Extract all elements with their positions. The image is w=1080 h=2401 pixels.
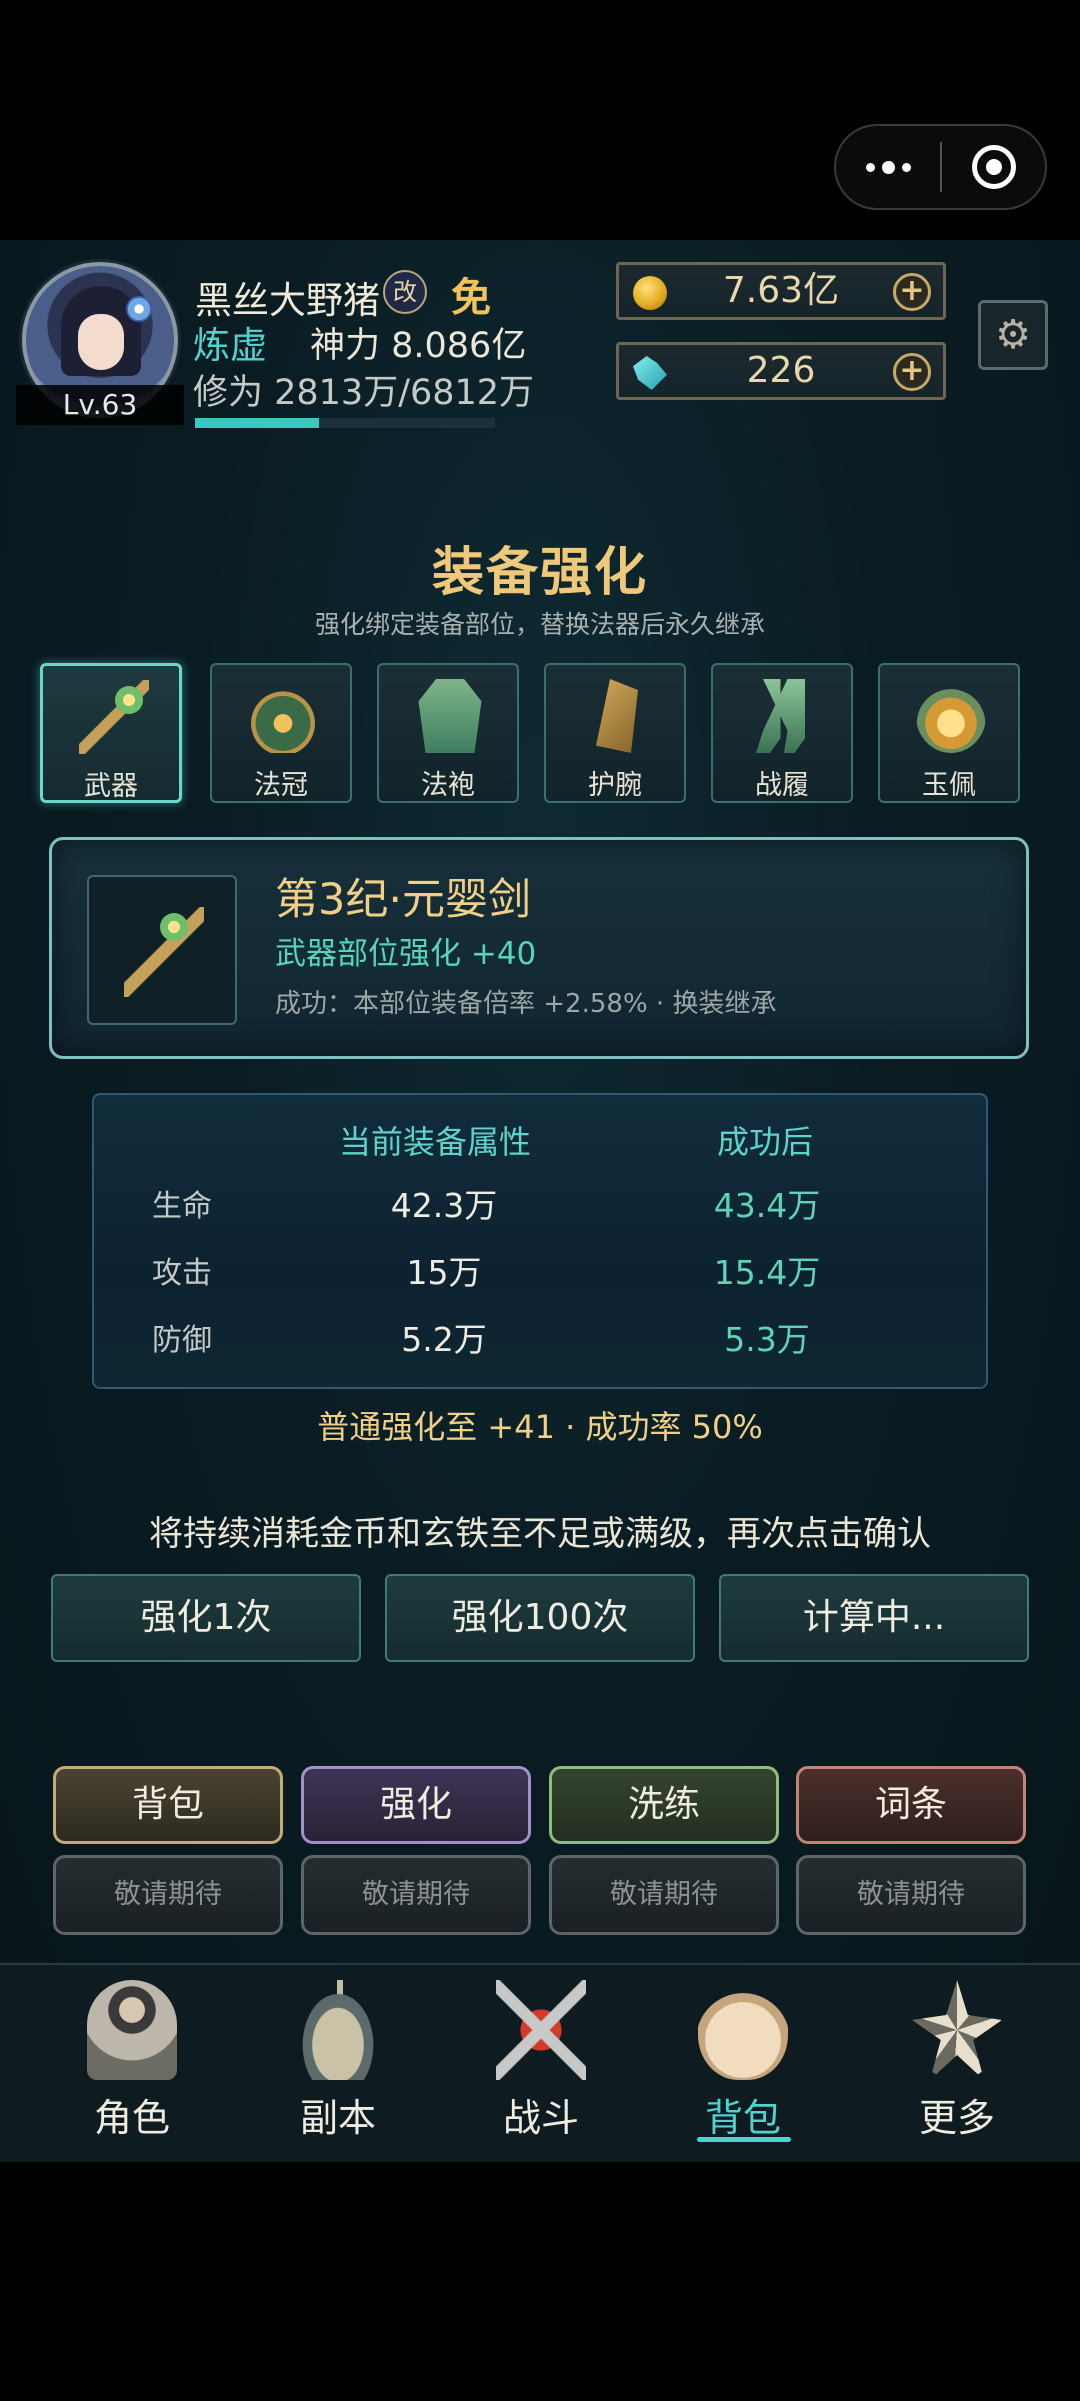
item-card: 第3纪·元婴剑 武器部位强化 +40 成功：本部位装备倍率 +2.58% · 换…	[49, 837, 1029, 1059]
item-name: 第3纪·元婴剑	[275, 875, 532, 925]
hair-flower-icon	[126, 296, 152, 322]
gear-icon: ⚙	[995, 312, 1031, 358]
stats-panel: 当前装备属性 成功后 生命 42.3万 43.4万 攻击 15万 15.4万 防…	[92, 1093, 988, 1389]
nav-battle[interactable]: 战斗	[461, 1965, 621, 2164]
stat-row-defense: 防御 5.2万 5.3万	[94, 1307, 986, 1367]
crystal-value: 226	[746, 350, 816, 391]
stat-current: 15万	[406, 1253, 482, 1292]
gold-value: 7.63亿	[722, 270, 840, 311]
realm-label: 炼虚	[193, 324, 267, 367]
altar-icon	[293, 1980, 383, 2080]
staff-icon	[124, 907, 204, 997]
calculating-button[interactable]: 计算中...	[719, 1574, 1029, 1662]
menu-affix-button[interactable]: 词条	[796, 1766, 1026, 1844]
success-rate-text: 普通强化至 +41 · 成功率 50%	[317, 1408, 763, 1446]
dot-icon	[865, 162, 875, 172]
dot-icon	[881, 160, 895, 174]
stat-after: 5.3万	[724, 1320, 810, 1359]
crystal-resource: 226 +	[616, 342, 946, 400]
add-gold-button[interactable]: +	[893, 273, 931, 311]
staff-icon	[79, 680, 149, 754]
slot-robe[interactable]: 法袍	[377, 663, 519, 803]
close-mini-program-button[interactable]	[942, 126, 1045, 208]
cultivation-progress-fill	[195, 418, 319, 428]
bag-icon	[698, 1980, 788, 2080]
nav-label: 战斗	[502, 2096, 579, 2140]
page-subtitle: 强化绑定装备部位，替换法器后永久继承	[314, 610, 765, 639]
slot-label: 法袍	[421, 770, 475, 801]
stat-name: 攻击	[152, 1256, 212, 1291]
nav-label: 副本	[299, 2096, 376, 2140]
stat-current: 5.2万	[401, 1320, 487, 1359]
menu-enhance-button[interactable]: 强化	[301, 1766, 531, 1844]
cultivation-value: 修为 2813万/6812万	[193, 373, 535, 413]
more-options-button[interactable]	[836, 126, 940, 208]
slot-weapon[interactable]: 武器	[40, 663, 182, 803]
stat-after: 43.4万	[713, 1186, 821, 1225]
mini-program-capsule	[834, 124, 1047, 210]
slot-label: 法冠	[254, 770, 308, 801]
nav-bag[interactable]: 背包	[663, 1965, 823, 2164]
confirm-notice: 将持续消耗金币和玄铁至不足或满级，再次点击确认	[149, 1514, 931, 1554]
app-screen: Lv.63 黑丝大野猪 改 免 炼虚 神力 8.086亿 修为 2813万/68…	[0, 240, 1080, 2162]
exempt-badge: 免	[451, 275, 491, 321]
nav-label: 更多	[918, 2096, 995, 2140]
add-crystal-button[interactable]: +	[893, 353, 931, 391]
target-icon	[971, 145, 1016, 189]
pinwheel-icon	[912, 1980, 1002, 2080]
active-tab-indicator	[697, 2137, 791, 2142]
stat-row-attack: 攻击 15万 15.4万	[94, 1240, 986, 1300]
bracer-icon	[596, 679, 638, 753]
stat-after: 15.4万	[713, 1253, 821, 1292]
slot-crown[interactable]: 法冠	[210, 663, 352, 803]
stat-row-hp: 生命 42.3万 43.4万	[94, 1173, 986, 1233]
nav-role[interactable]: 角色	[52, 1965, 212, 2164]
coming-soon-button[interactable]: 敬请期待	[301, 1855, 531, 1935]
enhance-once-button[interactable]: 强化1次	[51, 1574, 361, 1662]
boots-icon	[756, 679, 805, 753]
stat-name: 生命	[152, 1189, 212, 1224]
nav-dungeon[interactable]: 副本	[258, 1965, 418, 2164]
dot-icon	[901, 162, 911, 172]
character-icon	[87, 1980, 177, 2080]
current-stats-header: 当前装备属性	[339, 1123, 532, 1161]
item-description: 成功：本部位装备倍率 +2.58% · 换装继承	[275, 989, 777, 1019]
coming-soon-button[interactable]: 敬请期待	[53, 1855, 283, 1935]
level-badge: Lv.63	[16, 385, 184, 425]
bottom-nav: 角色 副本 战斗 背包 更多	[0, 1963, 1080, 2162]
avatar-face	[78, 314, 124, 370]
stat-name: 防御	[152, 1323, 212, 1358]
page-title: 装备强化	[431, 543, 648, 603]
gold-resource: 7.63亿 +	[616, 262, 946, 320]
menu-bag-button[interactable]: 背包	[53, 1766, 283, 1844]
slot-boots[interactable]: 战履	[711, 663, 853, 803]
menu-wash-button[interactable]: 洗练	[549, 1766, 779, 1844]
slot-label: 护腕	[588, 770, 642, 801]
crossed-swords-icon	[496, 1980, 586, 2080]
nav-label: 背包	[704, 2096, 781, 2140]
stat-current: 42.3万	[390, 1186, 498, 1225]
crystal-icon	[633, 356, 667, 390]
crown-icon	[248, 679, 318, 753]
slot-label: 战履	[755, 770, 809, 801]
slot-label: 玉佩	[922, 770, 976, 801]
item-thumbnail[interactable]	[87, 875, 237, 1025]
cultivation-progress-bar	[195, 418, 495, 428]
gold-coin-icon	[633, 276, 667, 310]
rename-badge[interactable]: 改	[383, 270, 427, 314]
slot-jade[interactable]: 玉佩	[878, 663, 1020, 803]
slot-bracer[interactable]: 护腕	[544, 663, 686, 803]
settings-button[interactable]: ⚙	[978, 300, 1048, 370]
coming-soon-button[interactable]: 敬请期待	[549, 1855, 779, 1935]
after-stats-header: 成功后	[717, 1123, 814, 1161]
enhance-100-button[interactable]: 强化100次	[385, 1574, 695, 1662]
jade-icon	[916, 679, 986, 753]
coming-soon-button[interactable]: 敬请期待	[796, 1855, 1026, 1935]
nav-label: 角色	[93, 2096, 170, 2140]
robe-icon	[418, 679, 482, 753]
nav-more[interactable]: 更多	[877, 1965, 1037, 2164]
slot-label: 武器	[84, 771, 138, 802]
item-enhance-level: 武器部位强化 +40	[275, 936, 537, 972]
power-value: 神力 8.086亿	[310, 326, 527, 366]
